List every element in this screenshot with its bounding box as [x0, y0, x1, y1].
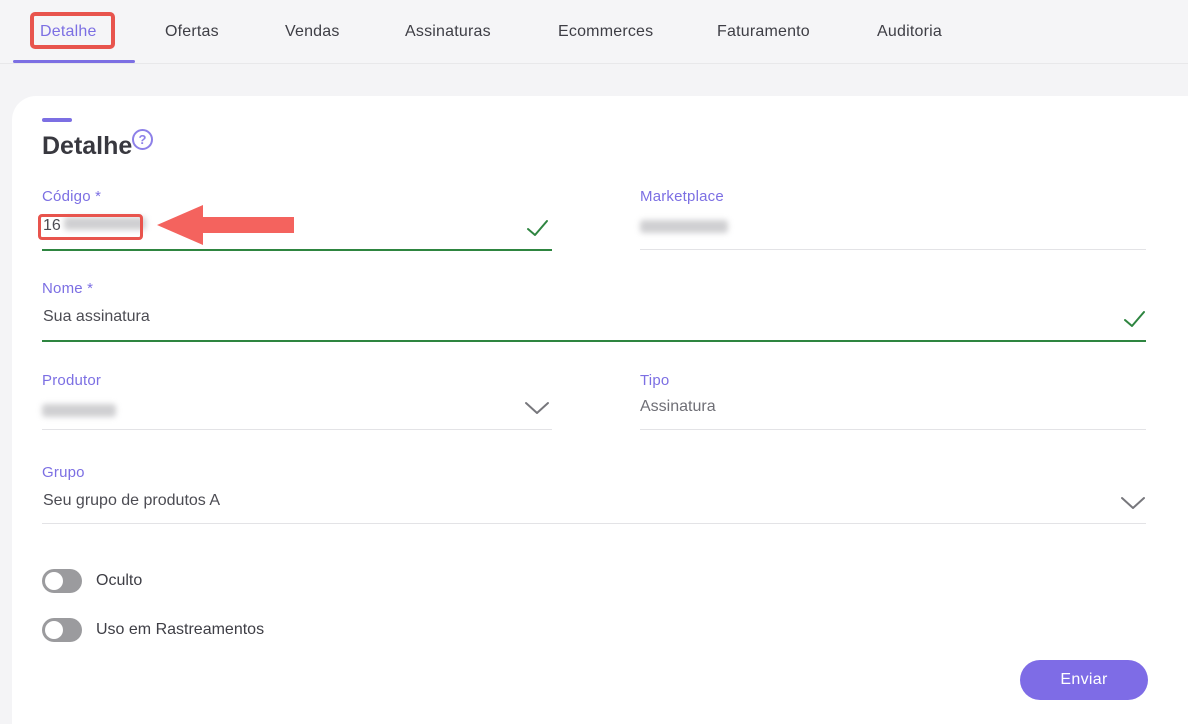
detail-form-card: Detalhe ? Código * 16 Marketplace Nome *…	[12, 96, 1188, 724]
tipo-underline	[640, 429, 1146, 430]
marketplace-label: Marketplace	[640, 188, 724, 205]
oculto-toggle-knob	[45, 572, 63, 590]
page: Detalhe Ofertas Vendas Assinaturas Ecomm…	[0, 0, 1188, 724]
tab-assinaturas[interactable]: Assinaturas	[405, 0, 491, 63]
produtor-label: Produtor	[42, 372, 101, 389]
oculto-toggle-label: Oculto	[96, 572, 142, 590]
uso-em-rastreamentos-toggle[interactable]	[42, 618, 82, 642]
tab-vendas[interactable]: Vendas	[285, 0, 340, 63]
active-tab-indicator	[13, 60, 135, 63]
nome-underline	[42, 340, 1146, 342]
codigo-underline	[42, 249, 552, 251]
uso-em-rastreamentos-toggle-label: Uso em Rastreamentos	[96, 621, 264, 639]
grupo-select[interactable]: Seu grupo de produtos A	[43, 492, 220, 510]
produtor-chevron-down-icon[interactable]	[524, 401, 550, 416]
grupo-underline	[42, 523, 1146, 524]
tipo-label: Tipo	[640, 372, 669, 389]
tab-auditoria[interactable]: Auditoria	[877, 0, 942, 63]
codigo-label: Código *	[42, 188, 101, 205]
enviar-button[interactable]: Enviar	[1020, 660, 1148, 700]
produtor-redacted-value	[42, 404, 116, 417]
tab-ecommerces[interactable]: Ecommerces	[558, 0, 653, 63]
tab-detalhe[interactable]: Detalhe	[40, 0, 97, 63]
tab-bar: Detalhe Ofertas Vendas Assinaturas Ecomm…	[0, 0, 1188, 64]
nome-valid-check-icon	[1123, 310, 1146, 329]
marketplace-underline	[640, 249, 1146, 250]
section-accent-dash	[42, 118, 72, 122]
grupo-label: Grupo	[42, 464, 85, 481]
tab-ofertas[interactable]: Ofertas	[165, 0, 219, 63]
nome-input[interactable]: Sua assinatura	[43, 308, 150, 326]
help-icon[interactable]: ?	[132, 129, 153, 150]
codigo-value-visible: 16	[43, 217, 61, 234]
oculto-toggle[interactable]	[42, 569, 82, 593]
codigo-valid-check-icon	[526, 219, 549, 238]
grupo-chevron-down-icon[interactable]	[1120, 496, 1146, 511]
marketplace-redacted-value	[640, 220, 728, 233]
codigo-input[interactable]: 16	[43, 217, 146, 235]
uso-em-rastreamentos-toggle-knob	[45, 621, 63, 639]
annotation-arrow-left-icon	[157, 205, 297, 245]
nome-label: Nome *	[42, 280, 93, 297]
codigo-redacted-value	[64, 217, 146, 230]
tab-faturamento[interactable]: Faturamento	[717, 0, 810, 63]
page-title: Detalhe	[42, 132, 132, 161]
tipo-value: Assinatura	[640, 398, 716, 416]
produtor-underline	[42, 429, 552, 430]
